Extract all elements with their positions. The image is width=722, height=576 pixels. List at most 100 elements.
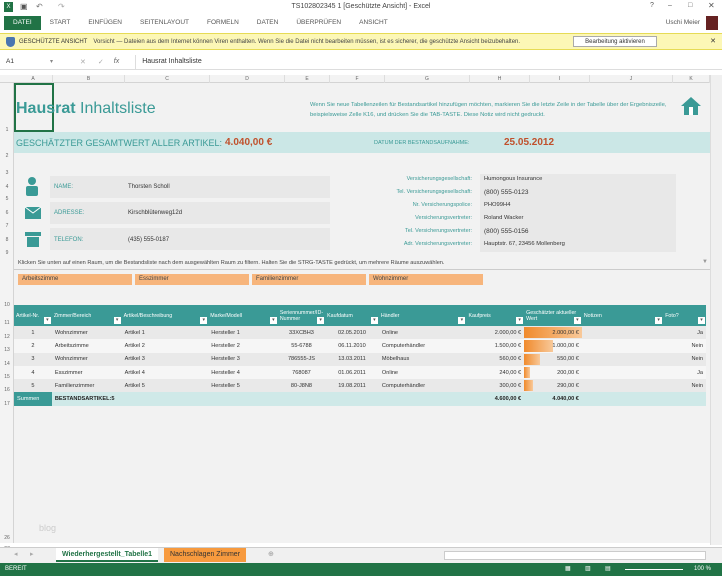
row-header[interactable]: 3 [0,170,14,176]
table-cell[interactable]: 02.05.2010 [325,326,379,340]
row-header[interactable]: 8 [0,237,14,243]
row-header[interactable]: 7 [0,223,14,229]
column-header[interactable]: D [210,75,285,83]
row-header[interactable]: 6 [0,210,14,216]
filter-dropdown-icon[interactable]: ▾ [516,317,524,324]
page-layout-icon[interactable]: ▥ [585,565,591,572]
table-cell[interactable] [581,365,664,380]
filter-dropdown-icon[interactable]: ▾ [269,317,277,324]
column-header-10[interactable]: Foto? ▾ [663,305,706,326]
sheet-tab-wiederhergestellt[interactable]: Wiederhergestellt_Tabelle1 [56,548,159,562]
table-row[interactable]: 4 Esszimmer Artikel 4 Hersteller 4 768087 01.… [14,365,706,380]
table-cell[interactable]: 80-J8N8 [277,379,326,393]
table-cell[interactable]: Esszimmer [51,365,122,380]
table-cell[interactable]: 1.000,00 € [524,339,582,353]
enable-editing-button[interactable]: Bearbeitung aktivieren [573,36,657,47]
column-header-5[interactable]: Kaufdatum ▾ [325,305,379,326]
horizontal-scrollbar[interactable] [444,551,706,560]
prev-sheet-icon[interactable]: ◂ [14,550,18,558]
table-cell[interactable] [581,326,664,340]
table-cell[interactable]: 55-6788 [277,339,326,353]
table-cell[interactable]: Hersteller 1 [208,326,278,340]
formula-input[interactable]: Hausrat Inhaltsliste [135,54,722,69]
table-cell[interactable]: Nein [663,379,706,393]
table-cell[interactable]: 4 [14,365,52,380]
column-header-0[interactable]: Artikel-Nr. ▾ [14,305,52,326]
column-header-3[interactable]: Marke/Modell ▾ [208,305,278,326]
tab-einfuegen[interactable]: EINFÜGEN [79,16,131,30]
table-cell[interactable] [581,352,664,366]
column-header[interactable]: C [125,75,210,83]
table-cell[interactable]: 01.06.2011 [325,365,379,380]
tab-start[interactable]: START [41,16,80,30]
table-cell[interactable]: 550,00 € [524,352,582,366]
filter-dropdown-icon[interactable]: ▾ [573,317,581,324]
filter-dropdown-icon[interactable]: ▾ [317,317,325,324]
zoom-slider[interactable] [625,569,683,570]
row-header[interactable]: 4 [0,184,14,190]
filter-dropdown-icon[interactable]: ▾ [458,317,466,324]
column-header-2[interactable]: Artikel/Beschreibung ▾ [121,305,209,326]
column-header-4[interactable]: Seriennummer/ID-Nummer ▾ [277,305,326,326]
add-sheet-icon[interactable]: ⊕ [268,550,274,558]
table-cell[interactable]: Online [378,326,467,340]
table-cell[interactable]: 2.000,00 € [524,326,582,340]
table-cell[interactable]: Artikel 3 [121,352,209,366]
avatar[interactable] [706,16,718,30]
filter-dropdown-icon[interactable]: ▾ [200,317,208,324]
table-cell[interactable]: 786555-JS [277,352,326,366]
filter-dropdown-icon[interactable]: ▾ [113,317,121,324]
function-icon[interactable]: fx [114,58,119,65]
enter-icon[interactable]: ✓ [98,58,104,66]
table-cell[interactable]: Hersteller 3 [208,352,278,366]
table-cell[interactable]: 33XCBH3 [277,326,326,340]
column-header-9[interactable]: Notizen ▾ [581,305,664,326]
row-header[interactable]: 2 [0,153,14,159]
column-header-7[interactable]: Kaufpreis ▾ [466,305,525,326]
table-cell[interactable]: Artikel 1 [121,326,209,340]
table-cell[interactable]: Hersteller 4 [208,365,278,380]
table-row[interactable]: 2 Arbeitszimme Artikel 2 Hersteller 2 55-678… [14,339,706,353]
row-header[interactable]: 13 [0,347,14,353]
table-row[interactable]: 1 Wohnzimmer Artikel 1 Hersteller 1 33XCBH3 0… [14,326,706,340]
table-cell[interactable]: 240,00 € [466,365,525,380]
table-cell[interactable]: 06.11.2010 [325,339,379,353]
table-cell[interactable]: Arbeitszimme [51,339,122,353]
column-header-1[interactable]: Zimmer/Bereich ▾ [51,305,122,326]
slicer-wohnzimmer[interactable]: Wohnzimmer [369,274,483,285]
table-cell[interactable]: Möbelhaus [378,352,467,366]
table-cell[interactable]: 768087 [277,365,326,380]
page-break-icon[interactable]: ▤ [605,565,611,572]
column-header[interactable]: I [530,75,590,83]
table-cell[interactable]: 3 [14,352,52,366]
table-cell[interactable]: Hersteller 5 [208,379,278,393]
help-icon[interactable]: ? [650,2,654,9]
table-cell[interactable]: Ja [663,365,706,380]
table-cell[interactable]: 1.500,00 € [466,339,525,353]
filter-dropdown-icon[interactable]: ▾ [43,317,51,324]
tab-daten[interactable]: DATEN [248,16,288,30]
column-header[interactable]: A [14,75,53,83]
tab-datei[interactable]: DATEI [4,16,41,30]
row-header[interactable]: 16 [0,387,14,393]
table-cell[interactable]: Computerhändler [378,379,467,393]
table-cell[interactable]: 1 [14,326,52,340]
minimize-icon[interactable]: – [668,2,672,9]
table-cell[interactable]: 13.03.2011 [325,352,379,366]
column-header-8[interactable]: Geschätzter aktueller Wert ▾ [524,305,582,326]
table-cell[interactable]: Nein [663,339,706,353]
cancel-icon[interactable]: ✕ [80,58,86,66]
row-header[interactable]: 14 [0,361,14,367]
table-cell[interactable]: Nein [663,352,706,366]
tab-formeln[interactable]: FORMELN [198,16,248,30]
row-header[interactable]: 10 [0,302,14,308]
table-cell[interactable]: Artikel 5 [121,379,209,393]
filter-dropdown-icon[interactable]: ▾ [698,317,705,324]
row-header[interactable]: 9 [0,250,14,256]
table-cell[interactable]: 2.000,00 € [466,326,525,340]
row-header[interactable]: 1 [0,127,14,133]
table-cell[interactable]: Artikel 4 [121,365,209,380]
row-header[interactable]: 5 [0,196,14,202]
slicer-arbeitszimmer[interactable]: Arbeitszimme [18,274,132,285]
column-header[interactable]: E [285,75,330,83]
